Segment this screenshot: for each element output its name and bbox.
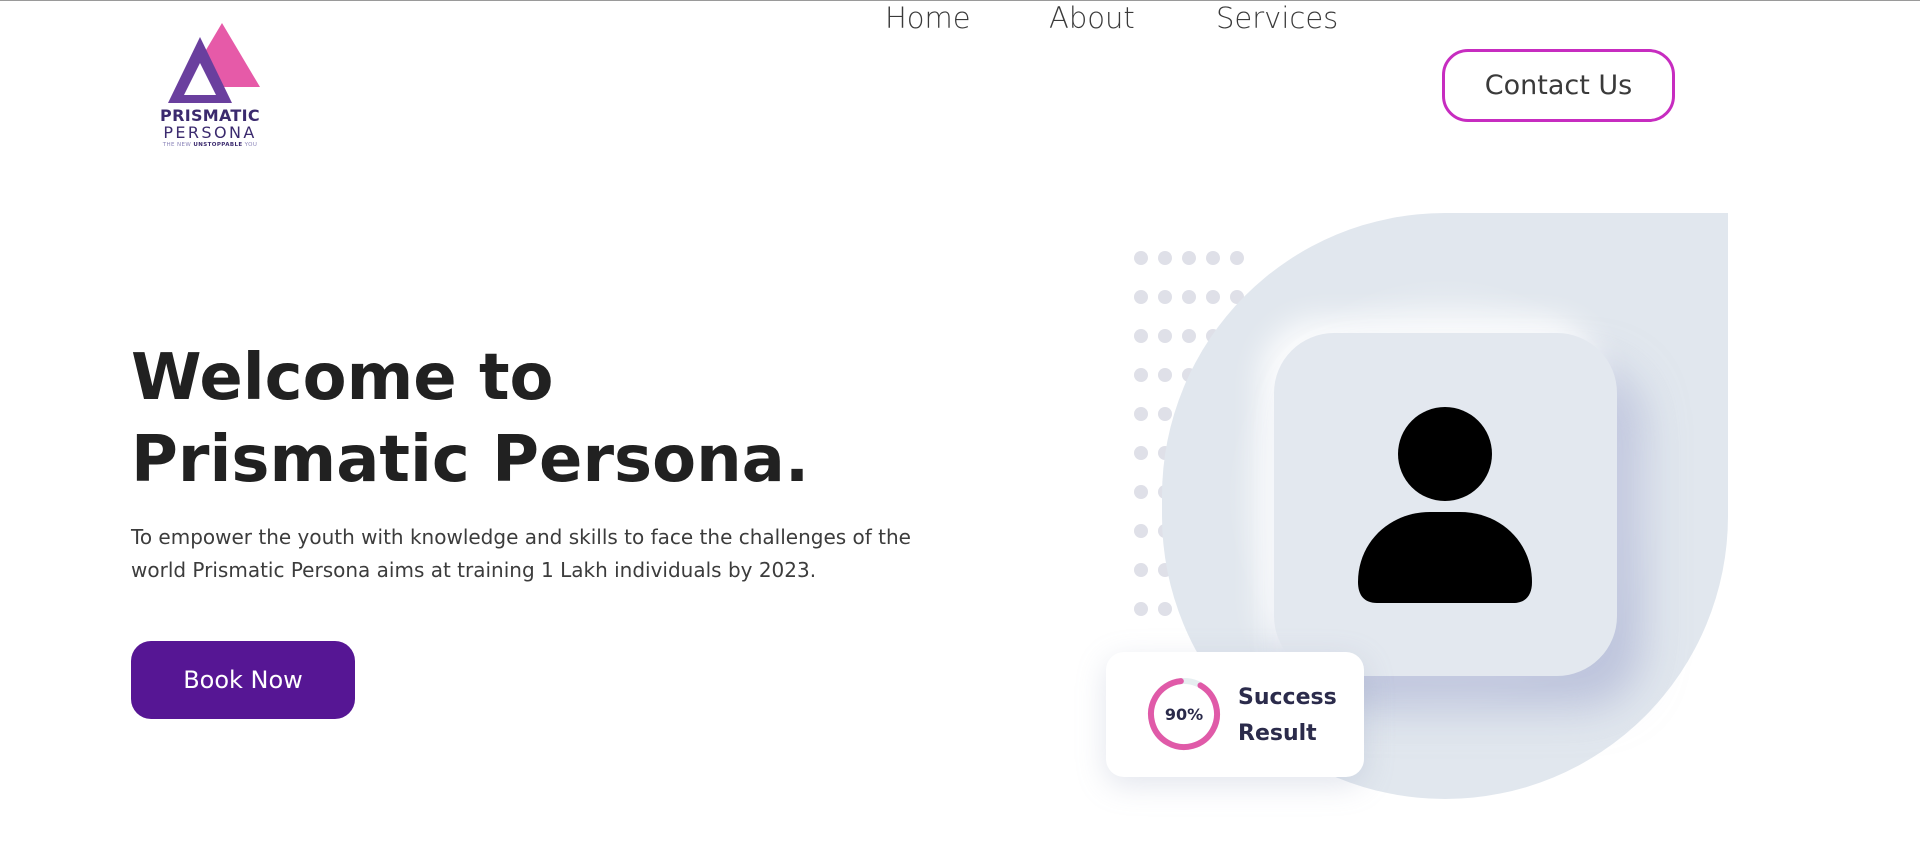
prism-logo-icon [168, 23, 260, 103]
hero-title-line-1: Welcome to [131, 341, 554, 415]
brand-logo[interactable]: PRISMATIC PERSONA THE NEW UNSTOPPABLE YO… [152, 23, 268, 151]
decorative-dot [1134, 563, 1148, 577]
decorative-dot [1134, 290, 1148, 304]
decorative-dot [1182, 290, 1196, 304]
decorative-dot [1182, 251, 1196, 265]
hero-title: Welcome to Prismatic Persona. [131, 337, 809, 501]
hero-title-line-2: Prismatic Persona. [131, 423, 810, 497]
decorative-dot [1158, 407, 1172, 421]
nav-link-services[interactable]: Services [1216, 1, 1338, 35]
success-stat-card: 90% Success Result [1106, 652, 1364, 777]
user-avatar-icon [1358, 407, 1532, 603]
decorative-dot [1134, 329, 1148, 343]
stat-caption: Success Result [1238, 680, 1358, 752]
decorative-dot [1230, 251, 1244, 265]
decorative-dot [1134, 251, 1148, 265]
decorative-dot [1158, 329, 1172, 343]
decorative-dot [1206, 251, 1220, 265]
decorative-dot [1182, 329, 1196, 343]
decorative-dot [1158, 368, 1172, 382]
logo-tagline: THE NEW UNSTOPPABLE YOU [162, 142, 258, 148]
nav-link-home[interactable]: Home [885, 1, 971, 35]
decorative-dot [1134, 602, 1148, 616]
decorative-dot [1158, 602, 1172, 616]
decorative-dot [1206, 290, 1220, 304]
logo-wordmark-secondary: PERSONA [163, 123, 257, 142]
nav-link-about[interactable]: About [1049, 1, 1135, 35]
decorative-dot [1134, 485, 1148, 499]
book-now-button[interactable]: Book Now [131, 641, 355, 719]
stat-caption-line-1: Success [1238, 685, 1337, 710]
decorative-dot [1158, 251, 1172, 265]
contact-us-button[interactable]: Contact Us [1442, 49, 1675, 122]
decorative-dot [1134, 446, 1148, 460]
hero-description: To empower the youth with knowledge and … [131, 525, 911, 582]
decorative-dot [1134, 368, 1148, 382]
decorative-dot [1158, 290, 1172, 304]
stat-caption-line-2: Result [1238, 721, 1317, 746]
decorative-dot [1134, 524, 1148, 538]
progress-percent: 90% [1164, 704, 1204, 724]
decorative-dot [1134, 407, 1148, 421]
